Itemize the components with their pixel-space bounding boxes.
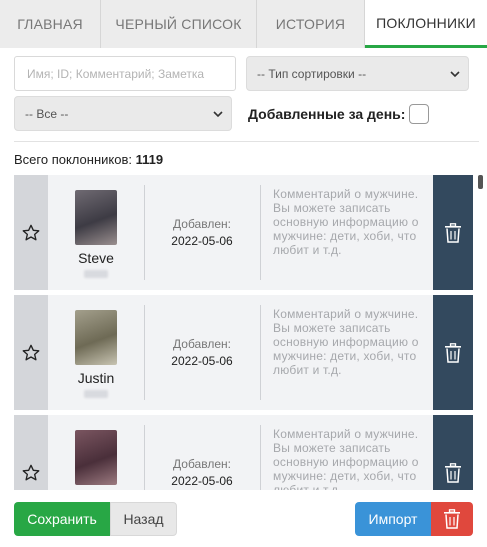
search-input[interactable] xyxy=(14,56,236,91)
admirer-card: Добавлен: 2022-05-06 Комментарий о мужчи… xyxy=(14,415,473,490)
delete-button[interactable] xyxy=(433,415,473,490)
divider xyxy=(260,305,261,400)
comment-field[interactable]: Комментарий о мужчине. Вы можете записат… xyxy=(273,427,421,490)
delete-button[interactable] xyxy=(433,295,473,410)
added-today-checkbox[interactable] xyxy=(409,104,429,124)
admirer-id-blurred xyxy=(84,270,108,278)
back-button[interactable]: Назад xyxy=(110,502,177,536)
tab-blacklist[interactable]: ЧЕРНЫЙ СПИСОК xyxy=(101,0,257,48)
delete-all-button[interactable] xyxy=(431,502,473,536)
sort-type-value: -- Тип сортировки -- xyxy=(257,66,367,81)
total-admirers: Всего поклонников: 1119 xyxy=(14,152,163,167)
admirer-name[interactable]: Justin xyxy=(48,370,144,386)
admirer-name[interactable]: Steve xyxy=(48,250,144,266)
save-button[interactable]: Сохранить xyxy=(14,502,110,536)
tab-bar: ГЛАВНАЯ ЧЕРНЫЙ СПИСОК ИСТОРИЯ ПОКЛОННИКИ xyxy=(0,0,487,48)
trash-icon xyxy=(444,509,460,529)
added-date: 2022-05-06 xyxy=(171,354,233,368)
admirer-id-blurred xyxy=(84,390,108,398)
trash-icon xyxy=(445,222,461,243)
trash-icon xyxy=(445,342,461,363)
type-filter-select[interactable]: -- Все -- xyxy=(14,96,232,131)
total-label: Всего поклонников: xyxy=(14,152,132,167)
avatar[interactable] xyxy=(75,430,117,485)
comment-field[interactable]: Комментарий о мужчине. Вы можете записат… xyxy=(273,187,421,257)
import-button[interactable]: Импорт xyxy=(355,502,431,536)
divider xyxy=(260,185,261,280)
divider xyxy=(260,425,261,490)
added-label: Добавлен: xyxy=(173,217,231,231)
comment-field[interactable]: Комментарий о мужчине. Вы можете записат… xyxy=(273,307,421,377)
scrollbar-thumb[interactable] xyxy=(478,175,483,189)
admirer-card: Steve Добавлен: 2022-05-06 Комментарий о… xyxy=(14,175,473,290)
added-date: 2022-05-06 xyxy=(171,234,233,248)
list-scrollbar[interactable] xyxy=(478,175,483,490)
star-outline-icon xyxy=(22,224,40,240)
chevron-down-icon xyxy=(450,71,460,78)
admirer-card: Justin Добавлен: 2022-05-06 Комментарий … xyxy=(14,295,473,410)
added-label: Добавлен: xyxy=(173,457,231,471)
added-label: Добавлен: xyxy=(173,337,231,351)
divider xyxy=(144,185,145,280)
favorite-button[interactable] xyxy=(14,295,48,410)
delete-button[interactable] xyxy=(433,175,473,290)
favorite-button[interactable] xyxy=(14,175,48,290)
favorite-button[interactable] xyxy=(14,415,48,490)
divider xyxy=(14,141,479,142)
chevron-down-icon xyxy=(213,111,223,118)
tab-admirers[interactable]: ПОКЛОННИКИ xyxy=(365,0,487,48)
tab-main[interactable]: ГЛАВНАЯ xyxy=(0,0,101,48)
divider xyxy=(144,305,145,400)
avatar[interactable] xyxy=(75,190,117,245)
star-outline-icon xyxy=(22,464,40,480)
tab-history[interactable]: ИСТОРИЯ xyxy=(257,0,365,48)
star-outline-icon xyxy=(22,344,40,360)
type-filter-value: -- Все -- xyxy=(25,106,69,121)
sort-type-select[interactable]: -- Тип сортировки -- xyxy=(246,56,469,91)
total-count: 1119 xyxy=(135,152,164,167)
added-date: 2022-05-06 xyxy=(171,474,233,488)
avatar[interactable] xyxy=(75,310,117,365)
added-today-label: Добавленные за день: xyxy=(248,106,406,122)
trash-icon xyxy=(445,462,461,483)
admirers-list: Steve Добавлен: 2022-05-06 Комментарий о… xyxy=(14,175,474,490)
